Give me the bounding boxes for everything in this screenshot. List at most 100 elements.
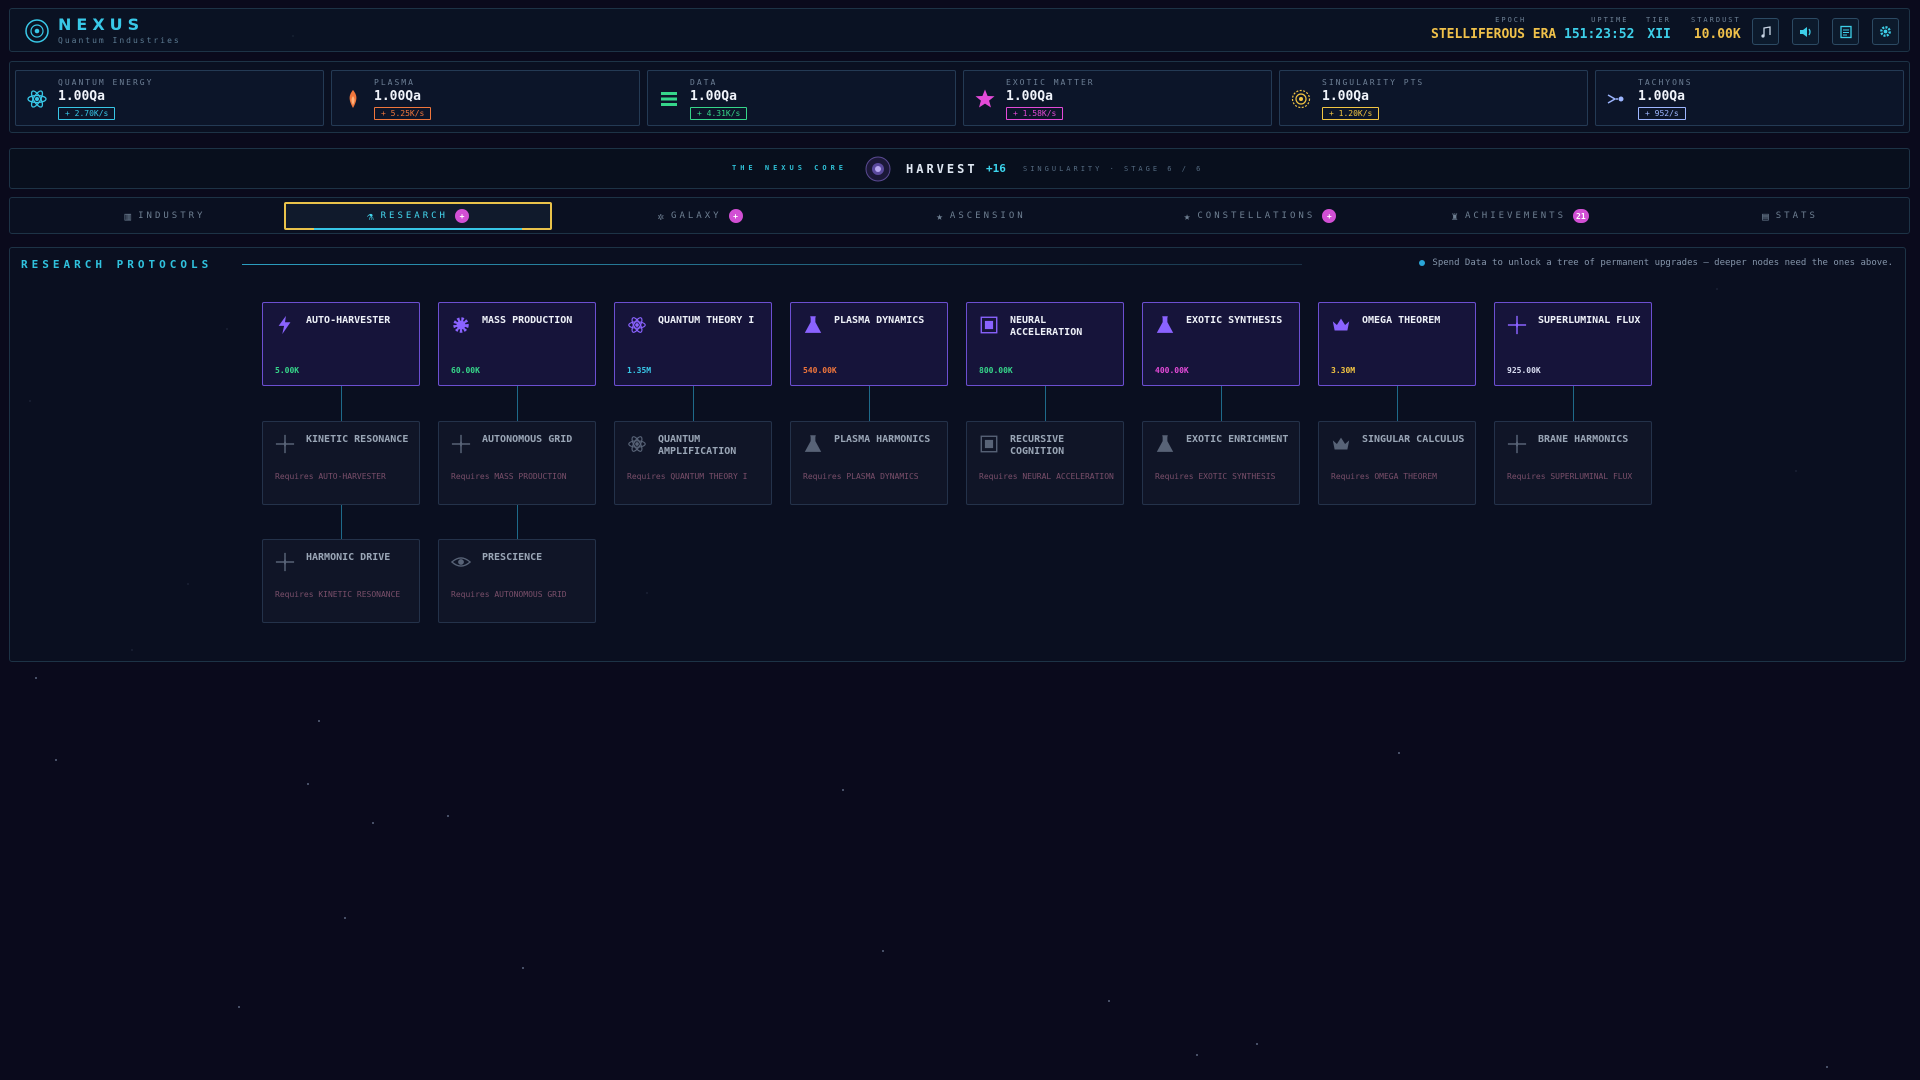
tab-stats[interactable]: ▤ STATS bbox=[1700, 202, 1880, 230]
epoch-readout: EPOCH STELLIFEROUS ERA bbox=[1431, 16, 1556, 42]
node-name: OMEGA THEOREM bbox=[1362, 315, 1441, 326]
research-node[interactable]: PLASMA HARMONICS Requires PLASMA DYNAMICS bbox=[790, 421, 948, 505]
node-requirement: Requires PLASMA DYNAMICS bbox=[803, 472, 919, 481]
panel-hint: Spend Data to unlock a tree of permanent… bbox=[1419, 258, 1893, 268]
epoch-label: EPOCH bbox=[1495, 16, 1527, 24]
sparkle-icon bbox=[1507, 315, 1527, 335]
research-node[interactable]: OMEGA THEOREM 3.30M bbox=[1318, 302, 1476, 386]
node-requirement: Requires QUANTUM THEORY I bbox=[627, 472, 748, 481]
tab-constellations[interactable]: ★ CONSTELLATIONS + bbox=[1140, 202, 1380, 230]
tier-value: XII bbox=[1647, 27, 1671, 42]
tab-ascension[interactable]: ★ ASCENSION bbox=[876, 202, 1086, 230]
node-name: RECURSIVE COGNITION bbox=[1010, 434, 1065, 457]
hint-dot-icon bbox=[1419, 259, 1426, 266]
node-requirement: Requires SUPERLUMINAL FLUX bbox=[1507, 472, 1633, 481]
settings-button[interactable] bbox=[1872, 18, 1899, 45]
sparkle-icon bbox=[451, 434, 471, 454]
research-node[interactable]: HARMONIC DRIVE Requires KINETIC RESONANCE bbox=[262, 539, 420, 623]
resource-label: QUANTUM ENERGY bbox=[58, 78, 154, 87]
tab-label: ACHIEVEMENTS bbox=[1464, 211, 1566, 221]
tab-galaxy[interactable]: ✲ GALAXY + bbox=[610, 202, 790, 230]
research-node[interactable]: NEURAL ACCELERATION 800.00K bbox=[966, 302, 1124, 386]
resource-card: PLASMA 1.00Qa + 5.25K/s bbox=[331, 70, 640, 126]
research-node[interactable]: QUANTUM AMPLIFICATION Requires QUANTUM TH… bbox=[614, 421, 772, 505]
node-requirement: Requires KINETIC RESONANCE bbox=[275, 590, 401, 599]
core-stage: SINGULARITY · STAGE 6 / 6 bbox=[1023, 165, 1204, 173]
tab-badge: + bbox=[454, 209, 469, 223]
crown-icon bbox=[1332, 437, 1350, 450]
tab-badge: + bbox=[1322, 209, 1337, 223]
uptime-label: UPTIME bbox=[1591, 16, 1629, 24]
research-node[interactable]: MASS PRODUCTION 60.00K bbox=[438, 302, 596, 386]
node-cost: 1.35M bbox=[627, 366, 652, 375]
chip-icon bbox=[980, 316, 998, 334]
node-requirement: Requires AUTO-HARVESTER bbox=[275, 472, 386, 481]
tab-label: GALAXY bbox=[671, 211, 722, 221]
node-requirement: Requires NEURAL ACCELERATION bbox=[979, 472, 1114, 481]
research-node[interactable]: EXOTIC ENRICHMENT Requires EXOTIC SYNTHES… bbox=[1142, 421, 1300, 505]
flame-icon bbox=[349, 90, 357, 108]
tree-connector bbox=[1397, 386, 1398, 421]
node-cost: 925.00K bbox=[1507, 366, 1541, 375]
research-node[interactable]: PLASMA DYNAMICS 540.00K bbox=[790, 302, 948, 386]
node-name: AUTO-HARVESTER bbox=[306, 315, 391, 326]
panel-hint-text: Spend Data to unlock a tree of permanent… bbox=[1432, 258, 1893, 268]
node-name: EXOTIC SYNTHESIS bbox=[1186, 315, 1283, 326]
research-node[interactable]: EXOTIC SYNTHESIS 400.00K bbox=[1142, 302, 1300, 386]
sparkle-icon bbox=[275, 552, 295, 572]
tree-connector bbox=[1573, 386, 1574, 421]
research-node[interactable]: SINGULAR CALCULUS Requires OMEGA THEOREM bbox=[1318, 421, 1476, 505]
node-name: EXOTIC ENRICHMENT bbox=[1186, 434, 1289, 445]
chip-icon bbox=[980, 435, 998, 453]
node-cost: 540.00K bbox=[803, 366, 837, 375]
tab-icon: ★ bbox=[936, 209, 943, 223]
tree-connector bbox=[1221, 386, 1222, 421]
tab-icon: ♜ bbox=[1451, 209, 1458, 223]
speaker-icon bbox=[1799, 26, 1811, 37]
research-panel: RESEARCH PROTOCOLS Spend Data to unlock … bbox=[9, 247, 1906, 662]
research-node[interactable]: AUTONOMOUS GRID Requires MASS PRODUCTION bbox=[438, 421, 596, 505]
tier-label: TIER bbox=[1646, 16, 1671, 24]
research-node[interactable]: PRESCIENCE Requires AUTONOMOUS GRID bbox=[438, 539, 596, 623]
tab-label: CONSTELLATIONS bbox=[1197, 211, 1316, 221]
tab-icon: ▤ bbox=[1762, 209, 1769, 223]
resource-rate: + 2.70K/s bbox=[58, 107, 116, 120]
node-name: QUANTUM THEORY I bbox=[658, 315, 755, 326]
flask-icon bbox=[1156, 435, 1174, 452]
star-icon bbox=[975, 89, 995, 108]
tab-research[interactable]: ⚗ RESEARCH + bbox=[284, 202, 552, 230]
tab-achievements[interactable]: ♜ ACHIEVEMENTS 21 bbox=[1420, 202, 1620, 230]
resource-value: 1.00Qa bbox=[1006, 89, 1053, 104]
tree-connector bbox=[693, 386, 694, 421]
log-button[interactable] bbox=[1832, 18, 1859, 45]
resource-rate: + 5.25K/s bbox=[374, 107, 432, 120]
research-node[interactable]: BRANE HARMONICS Requires SUPERLUMINAL FLU… bbox=[1494, 421, 1652, 505]
panel-divider bbox=[242, 264, 1302, 265]
brand-name: NEXUS bbox=[58, 15, 145, 34]
resource-card: TACHYONS 1.00Qa + 952/s bbox=[1595, 70, 1904, 126]
brand-subtitle: Quantum Industries bbox=[58, 36, 181, 45]
resource-card: QUANTUM ENERGY 1.00Qa + 2.70K/s bbox=[15, 70, 324, 126]
node-name: AUTONOMOUS GRID bbox=[482, 434, 573, 445]
singularity-icon bbox=[1291, 89, 1311, 109]
sparkle-icon bbox=[1507, 434, 1527, 454]
top-bar: NEXUS Quantum Industries EPOCH STELLIFER… bbox=[9, 8, 1910, 52]
tab-industry[interactable]: ▥ INDUSTRY bbox=[70, 202, 260, 230]
research-node[interactable]: AUTO-HARVESTER 5.00K bbox=[262, 302, 420, 386]
harvest-button[interactable]: HARVEST bbox=[906, 162, 978, 176]
music-button[interactable] bbox=[1752, 18, 1779, 45]
research-node[interactable]: QUANTUM THEORY I 1.35M bbox=[614, 302, 772, 386]
resource-value: 1.00Qa bbox=[374, 89, 421, 104]
core-orb-icon[interactable] bbox=[864, 155, 892, 183]
research-node[interactable]: SUPERLUMINAL FLUX 925.00K bbox=[1494, 302, 1652, 386]
tachyon-icon bbox=[1607, 94, 1624, 104]
bolt-icon bbox=[278, 315, 291, 335]
sound-button[interactable] bbox=[1792, 18, 1819, 45]
research-node[interactable]: RECURSIVE COGNITION Requires NEURAL ACCEL… bbox=[966, 421, 1124, 505]
gear-icon bbox=[1880, 26, 1891, 37]
data-icon bbox=[661, 92, 677, 106]
research-node[interactable]: KINETIC RESONANCE Requires AUTO-HARVESTER bbox=[262, 421, 420, 505]
resource-label: EXOTIC MATTER bbox=[1006, 78, 1095, 87]
resource-rate: + 4.31K/s bbox=[690, 107, 748, 120]
resource-bar: QUANTUM ENERGY 1.00Qa + 2.70K/s PLASMA 1… bbox=[9, 61, 1910, 133]
